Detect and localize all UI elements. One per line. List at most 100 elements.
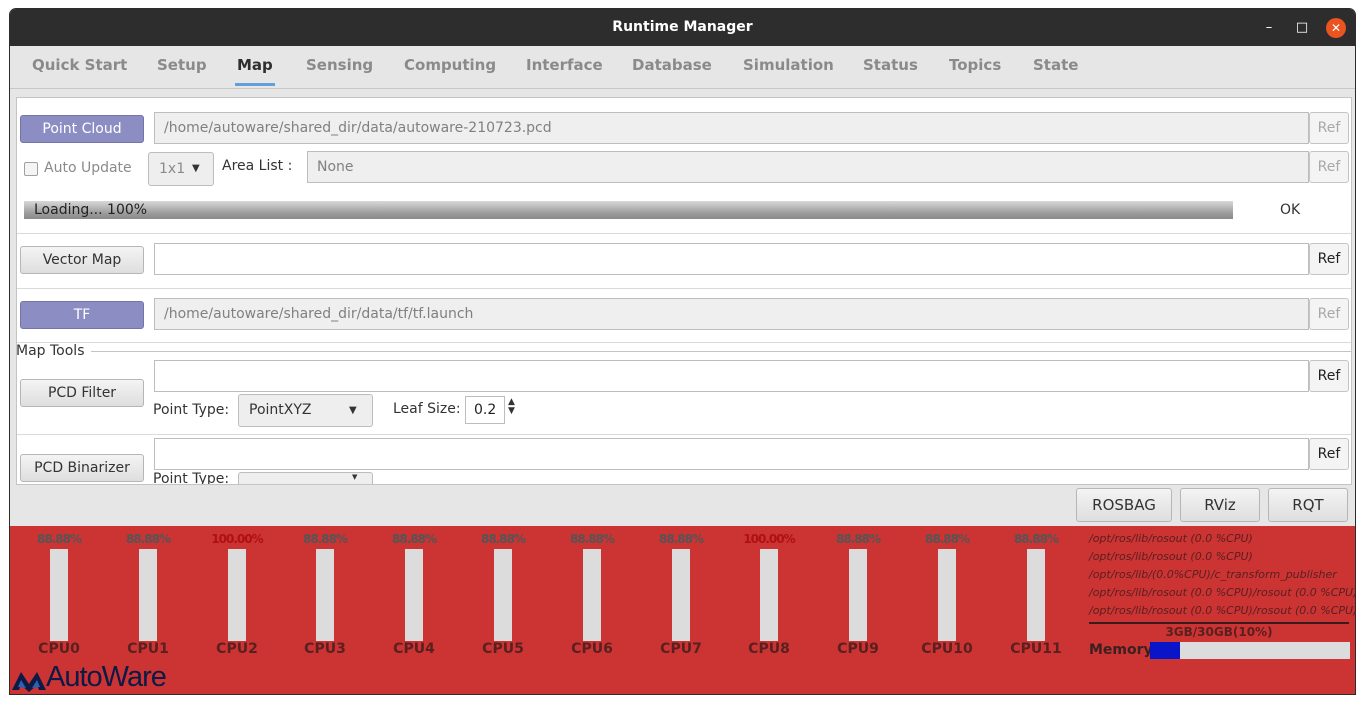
tab-status[interactable]: Status <box>861 46 920 88</box>
cpu-usage-bar <box>672 549 690 641</box>
tab-topics[interactable]: Topics <box>947 46 1003 88</box>
cpu-meter: 88.88% CPU10 <box>912 526 982 666</box>
cpu-usage-bar <box>938 549 956 641</box>
chevron-down-icon: ▼ <box>192 163 200 174</box>
tf-path-field[interactable]: /home/autoware/shared_dir/data/tf/tf.lau… <box>154 298 1309 330</box>
clipped-row: Point Type: ▼ <box>17 470 1351 484</box>
pcd-loading-progress: Loading... 100% <box>24 201 1233 219</box>
cpu-name: CPU9 <box>837 641 879 657</box>
cpu-name: CPU0 <box>38 641 80 657</box>
cpu-name: CPU7 <box>660 641 702 657</box>
cpu-name: CPU4 <box>393 641 435 657</box>
cpu-usage-bar <box>50 549 68 641</box>
tab-setup[interactable]: Setup <box>155 46 209 88</box>
tab-map[interactable]: Map <box>235 46 275 86</box>
memory-bar-fill <box>1150 642 1180 659</box>
cpu-usage-bar <box>405 549 423 641</box>
pcd-binarizer-path-field[interactable] <box>154 438 1309 470</box>
point-type-value: PointXYZ <box>249 402 312 418</box>
cpu-name: CPU11 <box>1010 641 1062 657</box>
cpu-usage-percent: 100.00% <box>743 532 795 546</box>
rviz-button[interactable]: RViz <box>1180 488 1260 522</box>
cpu-meter: 88.88% CPU5 <box>468 526 538 666</box>
cpu-usage-percent: 88.88% <box>37 532 82 546</box>
pcd-filter-button[interactable]: PCD Filter <box>20 379 144 407</box>
cpu-meter: 88.88% CPU9 <box>823 526 893 666</box>
cpu-name: CPU8 <box>748 641 790 657</box>
process-line: /opt/ros/lib/rosout (0.0 %CPU) <box>1089 532 1253 545</box>
maximize-button[interactable]: □ <box>1292 18 1312 38</box>
leaf-size-input[interactable]: 0.2 <box>465 396 505 424</box>
cpu-meter: 88.88% CPU11 <box>1001 526 1071 666</box>
pcd-binarizer-ref-button[interactable]: Ref <box>1309 438 1349 470</box>
point-type-dropdown[interactable]: PointXYZ ▼ <box>238 394 373 427</box>
autoware-logo-icon <box>12 672 46 692</box>
progress-text: Loading... 100% <box>34 202 148 218</box>
map-panel: Point Cloud /home/autoware/shared_dir/da… <box>16 97 1352 485</box>
cpu-meter: 88.88% CPU0 <box>24 526 94 666</box>
chevron-down-icon: ▼ <box>352 473 358 481</box>
cpu-meter: 88.88% CPU7 <box>646 526 716 666</box>
tab-state[interactable]: State <box>1031 46 1080 88</box>
memory-bar <box>1150 642 1350 659</box>
tab-simulation[interactable]: Simulation <box>741 46 836 88</box>
logo-wordmark: AutoWare <box>46 661 167 693</box>
close-button[interactable]: ✕ <box>1326 18 1346 38</box>
cpu-usage-percent: 88.88% <box>303 532 348 546</box>
process-line: /opt/ros/lib/rosout (0.0 %CPU) <box>1089 550 1253 563</box>
binarizer-point-type-label: Point Type: <box>153 471 230 484</box>
memory-divider <box>1089 622 1349 624</box>
tab-bar: Quick Start Setup Map Sensing Computing … <box>10 46 1355 89</box>
vector-map-ref-button[interactable]: Ref <box>1309 243 1349 275</box>
tf-button[interactable]: TF <box>20 301 144 329</box>
grid-size-value: 1x1 <box>159 161 186 177</box>
area-list-label: Area List : <box>222 158 293 174</box>
load-status-label: OK <box>1280 202 1301 218</box>
tab-sensing[interactable]: Sensing <box>304 46 375 88</box>
tab-computing[interactable]: Computing <box>402 46 498 88</box>
cpu-usage-bar <box>228 549 246 641</box>
window-title: Runtime Manager <box>612 19 753 35</box>
auto-update-checkbox[interactable] <box>24 162 38 176</box>
divider <box>17 288 1351 289</box>
point-cloud-ref-button[interactable]: Ref <box>1309 112 1349 144</box>
tf-ref-button[interactable]: Ref <box>1309 298 1349 330</box>
vector-map-button[interactable]: Vector Map <box>20 246 144 274</box>
cpu-name: CPU3 <box>304 641 346 657</box>
cpu-meter: 88.88% CPU6 <box>557 526 627 666</box>
cpu-usage-bar <box>494 549 512 641</box>
tab-quick-start[interactable]: Quick Start <box>30 46 129 88</box>
divider <box>17 233 1351 234</box>
memory-label: Memory <box>1089 642 1153 658</box>
minimize-button[interactable]: – <box>1259 18 1279 38</box>
pcd-filter-path-field[interactable] <box>154 360 1309 392</box>
cpu-usage-bar <box>583 549 601 641</box>
tab-database[interactable]: Database <box>630 46 714 88</box>
area-list-ref-button[interactable]: Ref <box>1309 151 1349 183</box>
cpu-usage-percent: 100.00% <box>211 532 263 546</box>
point-cloud-path-field[interactable]: /home/autoware/shared_dir/data/autoware-… <box>154 112 1309 144</box>
cpu-usage-bar <box>316 549 334 641</box>
leaf-size-stepper[interactable]: ▲ ▼ <box>508 398 515 416</box>
cpu-name: CPU1 <box>127 641 169 657</box>
cpu-name: CPU5 <box>482 641 524 657</box>
point-type-label: Point Type: <box>153 402 230 418</box>
cpu-meter: 100.00% CPU8 <box>734 526 804 666</box>
divider <box>17 434 1351 435</box>
tab-interface[interactable]: Interface <box>524 46 605 88</box>
cpu-usage-bar <box>760 549 778 641</box>
grid-size-dropdown[interactable]: 1x1 ▼ <box>148 152 214 186</box>
cpu-usage-bar <box>1027 549 1045 641</box>
point-cloud-button[interactable]: Point Cloud <box>20 115 144 143</box>
cpu-usage-percent: 88.88% <box>836 532 881 546</box>
rosbag-button[interactable]: ROSBAG <box>1076 488 1172 522</box>
area-list-field[interactable]: None <box>307 151 1309 183</box>
cpu-usage-percent: 88.88% <box>659 532 704 546</box>
cpu-meter: 88.88% CPU3 <box>290 526 360 666</box>
binarizer-point-type-dropdown[interactable]: ▼ <box>238 472 373 484</box>
rqt-button[interactable]: RQT <box>1268 488 1348 522</box>
cpu-usage-percent: 88.88% <box>1014 532 1059 546</box>
pcd-filter-ref-button[interactable]: Ref <box>1309 360 1349 392</box>
vector-map-path-field[interactable] <box>154 243 1309 275</box>
title-bar: Runtime Manager – □ ✕ <box>10 9 1355 46</box>
